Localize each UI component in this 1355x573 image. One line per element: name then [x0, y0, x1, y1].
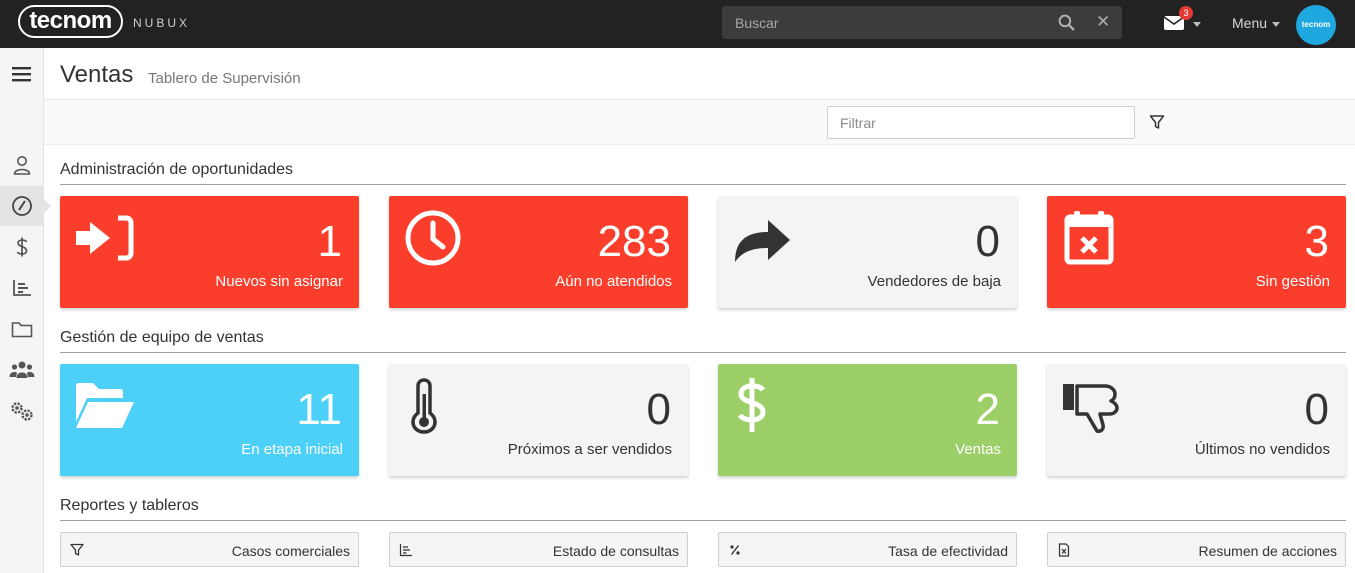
card-value: 283 — [597, 217, 671, 266]
card-en-etapa-inicial[interactable]: 11 En etapa inicial — [60, 364, 359, 476]
section-title-reportes: Reportes y tableros — [60, 497, 199, 514]
section-title-equipo: Gestión de equipo de ventas — [60, 329, 264, 346]
page-title: Ventas — [60, 61, 134, 88]
hamburger-icon — [12, 67, 31, 82]
sidebar-item-settings[interactable] — [0, 391, 44, 431]
page-subtitle: Tablero de Supervisión — [148, 70, 301, 87]
card-ventas[interactable]: 2 Ventas — [718, 364, 1017, 476]
search-icon[interactable] — [1058, 14, 1075, 31]
sidebar-toggle[interactable] — [0, 54, 44, 94]
share-arrow-icon — [735, 220, 790, 262]
card-value: 0 — [1304, 385, 1329, 434]
card-value: 3 — [1304, 217, 1329, 266]
top-bar: tecnom NUBUX ✕ 3 Menu tecnom — [0, 0, 1355, 48]
report-estado-de-consultas-button[interactable]: Estado de consultas — [389, 532, 688, 567]
filter-input[interactable] — [827, 106, 1135, 139]
section-title-oportunidades: Administración de oportunidades — [60, 161, 294, 178]
report-label: Estado de consultas — [552, 543, 679, 559]
logo-subtitle: NUBUX — [133, 16, 191, 30]
sidebar-item-dashboard[interactable] — [0, 186, 51, 226]
sign-in-icon — [76, 215, 134, 261]
card-nuevos-sin-asignar[interactable]: 1 Nuevos sin asignar — [60, 196, 359, 308]
report-tasa-de-efectividad-button[interactable]: Tasa de efectividad — [718, 532, 1017, 567]
report-label: Resumen de acciones — [1198, 543, 1337, 559]
card-label: Nuevos sin asignar — [215, 273, 343, 290]
card-label: Sin gestión — [1255, 273, 1330, 290]
card-label: En etapa inicial — [241, 441, 343, 458]
sidebar-item-sales[interactable] — [0, 227, 44, 267]
card-value: 2 — [975, 385, 1000, 434]
card-label: Vendedores de baja — [867, 273, 1001, 290]
clock-icon — [405, 210, 461, 266]
sidebar-item-files[interactable] — [0, 309, 44, 349]
folder-open-icon — [76, 383, 134, 428]
menu-label: Menu — [1232, 15, 1268, 31]
clear-search-icon[interactable]: ✕ — [1096, 12, 1110, 32]
card-ultimos-no-vendidos[interactable]: 0 Últimos no vendidos — [1047, 364, 1346, 476]
report-label: Tasa de efectividad — [888, 543, 1008, 559]
thumbs-down-icon — [1063, 384, 1119, 433]
section-divider — [60, 352, 1346, 353]
card-value: 1 — [317, 217, 342, 266]
search-input[interactable] — [722, 6, 1042, 39]
card-value: 0 — [975, 217, 1000, 266]
dollar-icon — [737, 378, 766, 432]
card-label: Ventas — [955, 441, 1001, 458]
chevron-down-icon — [1272, 21, 1281, 27]
settings-icon — [11, 402, 33, 421]
calendar-x-icon — [1064, 211, 1114, 265]
mail-badge: 3 — [1179, 6, 1193, 20]
sidebar-item-user[interactable] — [0, 145, 44, 185]
funnel-icon — [70, 543, 84, 556]
thermometer-icon — [411, 378, 437, 434]
menu-button[interactable]: Menu — [1232, 15, 1281, 31]
report-label: Casos comerciales — [231, 543, 350, 559]
chevron-down-icon — [1193, 22, 1201, 27]
team-icon — [9, 361, 35, 378]
excel-file-icon — [1058, 543, 1070, 557]
dashboard-icon — [12, 196, 32, 216]
report-resumen-de-acciones-button[interactable]: Resumen de acciones — [1047, 532, 1346, 567]
sidebar — [0, 48, 51, 573]
card-proximos-a-ser-vendidos[interactable]: 0 Próximos a ser vendidos — [389, 364, 688, 476]
card-value: 11 — [296, 385, 342, 434]
filter-bar — [44, 99, 1355, 145]
sidebar-item-reports[interactable] — [0, 268, 44, 308]
card-vendedores-de-baja[interactable]: 0 Vendedores de baja — [718, 196, 1017, 308]
search-box: ✕ — [722, 6, 1122, 39]
card-aun-no-atendidos[interactable]: 283 Aún no atendidos — [389, 196, 688, 308]
report-casos-comerciales-button[interactable]: Casos comerciales — [60, 532, 359, 567]
avatar[interactable]: tecnom — [1296, 5, 1336, 45]
chart-icon — [13, 280, 31, 296]
card-label: Aún no atendidos — [555, 273, 672, 290]
card-value: 0 — [646, 385, 671, 434]
section-divider — [60, 520, 1346, 521]
logo[interactable]: tecnom — [18, 5, 123, 38]
percent-icon — [730, 545, 740, 555]
card-label: Últimos no vendidos — [1194, 441, 1330, 458]
card-label: Próximos a ser vendidos — [507, 441, 672, 458]
user-icon — [13, 156, 31, 175]
dollar-icon — [16, 237, 28, 257]
funnel-icon[interactable] — [1149, 114, 1165, 130]
sidebar-item-team[interactable] — [0, 350, 44, 390]
bar-chart-icon — [399, 544, 412, 557]
folder-icon — [11, 322, 33, 338]
card-sin-gestion[interactable]: 3 Sin gestión — [1047, 196, 1346, 308]
mail-menu[interactable]: 3 — [1163, 6, 1203, 36]
section-divider — [60, 184, 1346, 185]
